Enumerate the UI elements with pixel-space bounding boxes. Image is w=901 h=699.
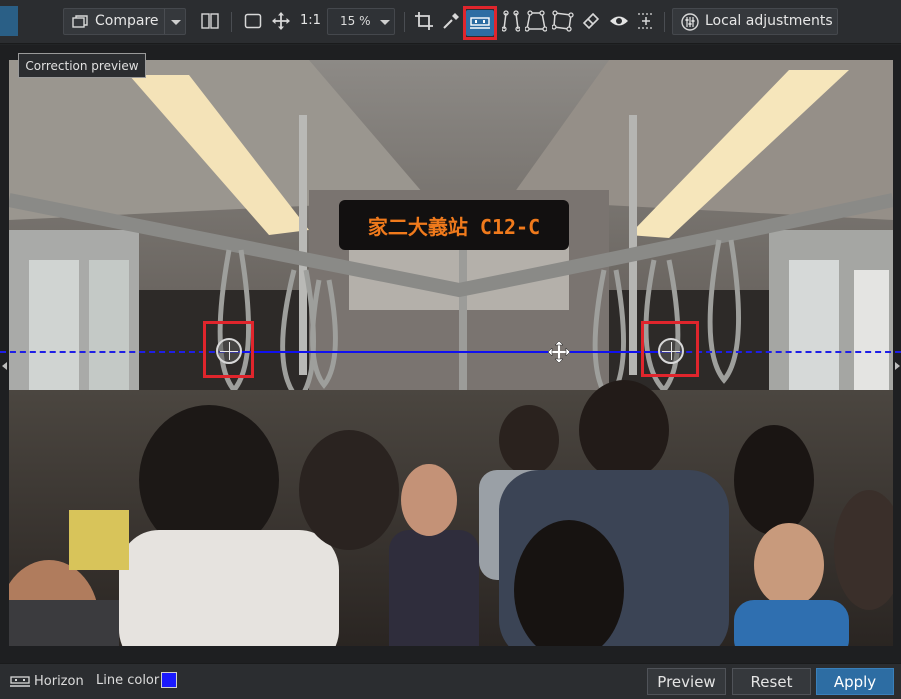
horizon-left-handle[interactable] [216,338,242,364]
separator [404,12,405,32]
zoom-dropdown[interactable]: 15 % [327,8,395,35]
zoom-1to1-button[interactable]: 1:1 [300,13,321,28]
compare-dropdown[interactable]: Compare [63,8,186,35]
local-adjustments-button[interactable]: Local adjustments [672,8,838,35]
top-toolbar: Compare 1:1 15 % Local adjustments [0,0,901,44]
compare-window-icon [72,15,88,28]
eye-icon[interactable] [609,14,629,28]
crop-icon[interactable] [415,12,433,30]
preview-button[interactable]: Preview [647,668,726,695]
photo-preview[interactable]: 家二大義站 C12-C [9,60,893,646]
perspective-8pt-icon[interactable] [552,10,574,32]
separator [664,12,665,32]
line-color-swatch[interactable] [161,672,177,688]
horizon-tool-icon [10,676,30,687]
horizon-tool-highlight [463,6,497,40]
panel-accent [0,6,18,36]
move-cursor-icon [548,341,570,363]
chevron-right-icon [895,362,900,370]
separator [231,12,232,32]
compare-label: Compare [95,13,159,29]
eraser-icon[interactable] [582,12,600,30]
dropdown-divider [164,9,165,34]
horizon-label: Horizon [34,674,84,689]
perspective-rect-icon[interactable] [525,10,547,32]
local-adjustments-label: Local adjustments [705,13,833,29]
pan-icon[interactable] [272,12,290,30]
split-view-icon[interactable] [201,13,219,29]
chevron-left-icon [2,362,7,370]
local-adjustments-icon [681,13,699,31]
train-interior-illustration: 家二大義站 C12-C [9,60,893,646]
apply-button[interactable]: Apply [816,668,894,695]
fit-icon[interactable] [244,13,262,29]
horizon-right-handle[interactable] [658,338,684,364]
eyedropper-icon[interactable] [442,12,460,30]
chevron-down-icon[interactable] [171,20,181,25]
reset-button[interactable]: Reset [732,668,811,695]
zoom-value: 15 % [340,14,371,28]
station-sign: 家二大義站 C12-C [368,215,540,239]
chevron-down-icon[interactable] [380,20,390,25]
perspective-vertical-icon[interactable] [502,10,520,32]
correction-preview-tooltip: Correction preview [18,53,146,78]
grid-icon[interactable] [637,13,655,29]
horizon-line[interactable] [229,351,671,353]
line-color-label: Line color [96,673,160,688]
